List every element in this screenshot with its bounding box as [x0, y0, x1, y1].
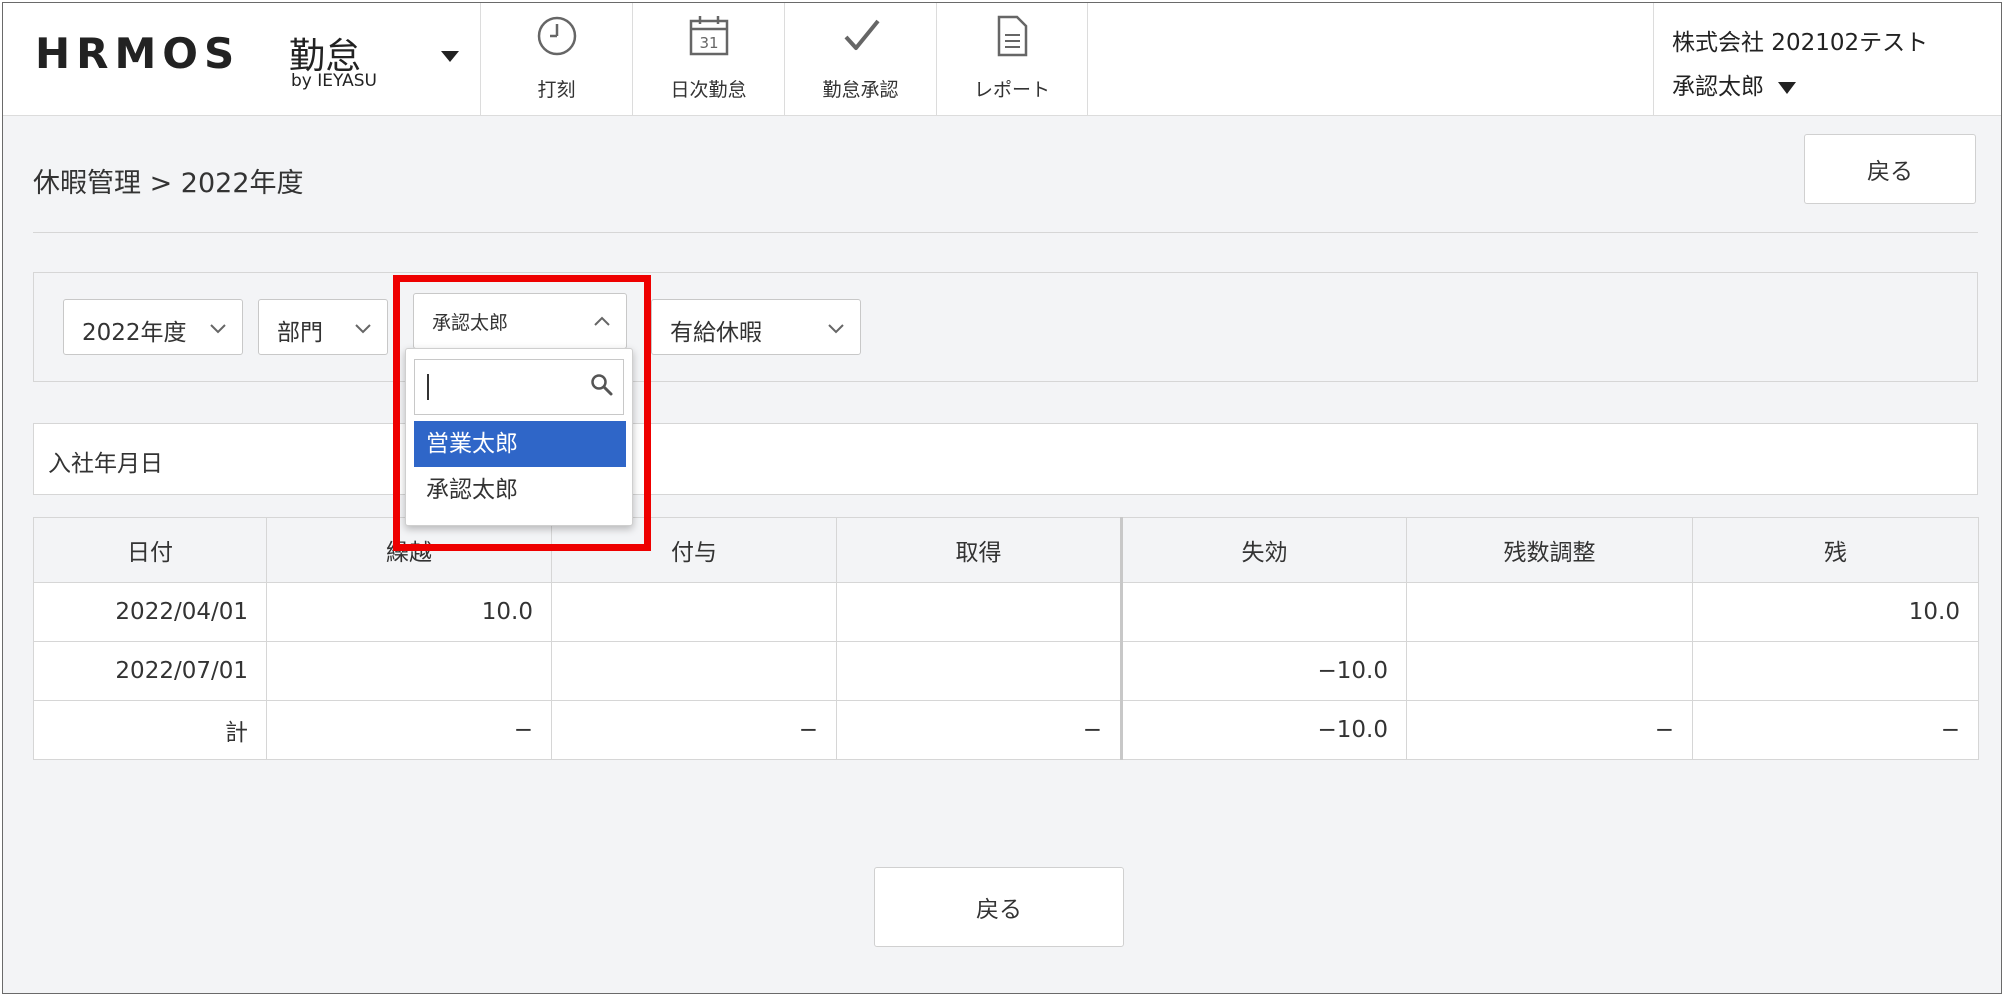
- column-header-taken: 取得: [836, 517, 1122, 583]
- calendar-icon-number: 31: [699, 34, 718, 52]
- app-window: HRMOS 勤怠 by IEYASU 打刻 31 日次勤怠 勤怠承認 レポート …: [2, 2, 2002, 994]
- chevron-up-icon: [594, 316, 610, 326]
- back-button-top[interactable]: 戻る: [1804, 134, 1976, 204]
- column-header-date: 日付: [33, 517, 267, 583]
- leave-type-select-value: 有給休暇: [670, 320, 762, 346]
- table-cell: 計: [33, 700, 267, 760]
- table-cell: [1120, 582, 1407, 642]
- dropdown-search-input[interactable]: [414, 359, 624, 415]
- caret-down-icon: [1778, 81, 1796, 94]
- account-area: 株式会社 202102テスト 承認太郎: [1653, 3, 2001, 115]
- table-cell: [1406, 641, 1693, 701]
- back-button-bottom[interactable]: 戻る: [874, 867, 1124, 947]
- nav-item-punch[interactable]: 打刻: [480, 3, 632, 115]
- company-name: 株式会社 202102テスト: [1672, 30, 1929, 56]
- dropdown-option[interactable]: 営業太郎: [414, 421, 626, 467]
- table-cell: −10.0: [1120, 641, 1407, 701]
- column-header-remaining: 残: [1692, 517, 1979, 583]
- table-cell: −: [266, 700, 552, 760]
- nav-label: レポート: [973, 79, 1050, 101]
- table-cell: −10.0: [1120, 700, 1407, 760]
- year-select-value: 2022年度: [82, 320, 187, 346]
- text-cursor: [427, 374, 429, 400]
- table-cell: −: [1406, 700, 1693, 760]
- column-header-expired: 失効: [1120, 517, 1407, 583]
- table-cell: −: [551, 700, 837, 760]
- nav-label: 打刻: [537, 79, 576, 101]
- employee-dropdown: 営業太郎 承認太郎: [405, 348, 633, 526]
- table-cell: [266, 641, 552, 701]
- table-cell: [836, 582, 1122, 642]
- nav-label: 勤怠承認: [822, 79, 899, 101]
- main-nav: 打刻 31 日次勤怠 勤怠承認 レポート: [480, 3, 1088, 115]
- table-row: 2022/04/01 10.0 10.0: [33, 582, 1979, 642]
- join-date-label: 入社年月日: [48, 451, 163, 477]
- table-cell: −: [836, 700, 1122, 760]
- nav-item-report[interactable]: レポート: [936, 3, 1088, 115]
- divider: [33, 232, 1978, 233]
- chevron-down-icon: [355, 324, 371, 334]
- table-header-row: 日付 繰越 付与 取得 失効 残数調整 残: [33, 517, 1979, 583]
- chevron-down-icon: [828, 324, 844, 334]
- nav-item-daily-attendance[interactable]: 31 日次勤怠: [632, 3, 784, 115]
- calendar-icon: 31: [689, 16, 728, 56]
- table-cell: 2022/07/01: [33, 641, 267, 701]
- top-header: HRMOS 勤怠 by IEYASU 打刻 31 日次勤怠 勤怠承認 レポート …: [3, 3, 2001, 116]
- logo-wordmark: HRMOS: [35, 29, 241, 78]
- department-select[interactable]: 部門: [258, 299, 388, 355]
- table-row: 2022/07/01 −10.0: [33, 641, 1979, 701]
- column-header-granted: 付与: [551, 517, 837, 583]
- table-cell: [1692, 641, 1979, 701]
- nav-label: 日次勤怠: [670, 79, 747, 101]
- table-cell: −: [1692, 700, 1979, 760]
- table-cell: [836, 641, 1122, 701]
- checkmark-icon: [844, 19, 880, 50]
- search-icon: [591, 374, 613, 396]
- dropdown-option[interactable]: 承認太郎: [414, 467, 626, 513]
- table-cell: 10.0: [1692, 582, 1979, 642]
- department-select-value: 部門: [277, 320, 323, 346]
- table-cell: [1406, 582, 1693, 642]
- table-cell: 2022/04/01: [33, 582, 267, 642]
- clock-icon: [537, 16, 576, 56]
- column-header-carryover: 繰越: [266, 517, 552, 583]
- employee-select-value: 承認太郎: [432, 312, 509, 334]
- table-cell: [551, 582, 837, 642]
- filter-panel: 2022年度 部門 承認太郎 有給休暇: [33, 272, 1978, 382]
- document-icon: [997, 15, 1028, 57]
- nav-item-attendance-approval[interactable]: 勤怠承認: [784, 3, 936, 115]
- product-switch-caret-icon[interactable]: [441, 51, 459, 62]
- user-name: 承認太郎: [1672, 74, 1764, 100]
- leave-type-select[interactable]: 有給休暇: [651, 299, 861, 355]
- column-header-adjustment: 残数調整: [1406, 517, 1693, 583]
- breadcrumb: 休暇管理 > 2022年度: [33, 168, 304, 199]
- table-cell: 10.0: [266, 582, 552, 642]
- table-cell: [551, 641, 837, 701]
- leave-ledger-table: 日付 繰越 付与 取得 失効 残数調整 残 2022/04/01 10.0 10…: [33, 517, 1979, 760]
- chevron-down-icon: [210, 324, 226, 334]
- user-menu[interactable]: 承認太郎: [1672, 67, 1796, 101]
- year-select[interactable]: 2022年度: [63, 299, 243, 355]
- table-total-row: 計 − − − −10.0 − −: [33, 700, 1979, 760]
- join-date-row: 入社年月日: [33, 423, 1978, 495]
- logo-byline: by IEYASU: [291, 71, 377, 91]
- employee-select[interactable]: 承認太郎: [413, 293, 627, 349]
